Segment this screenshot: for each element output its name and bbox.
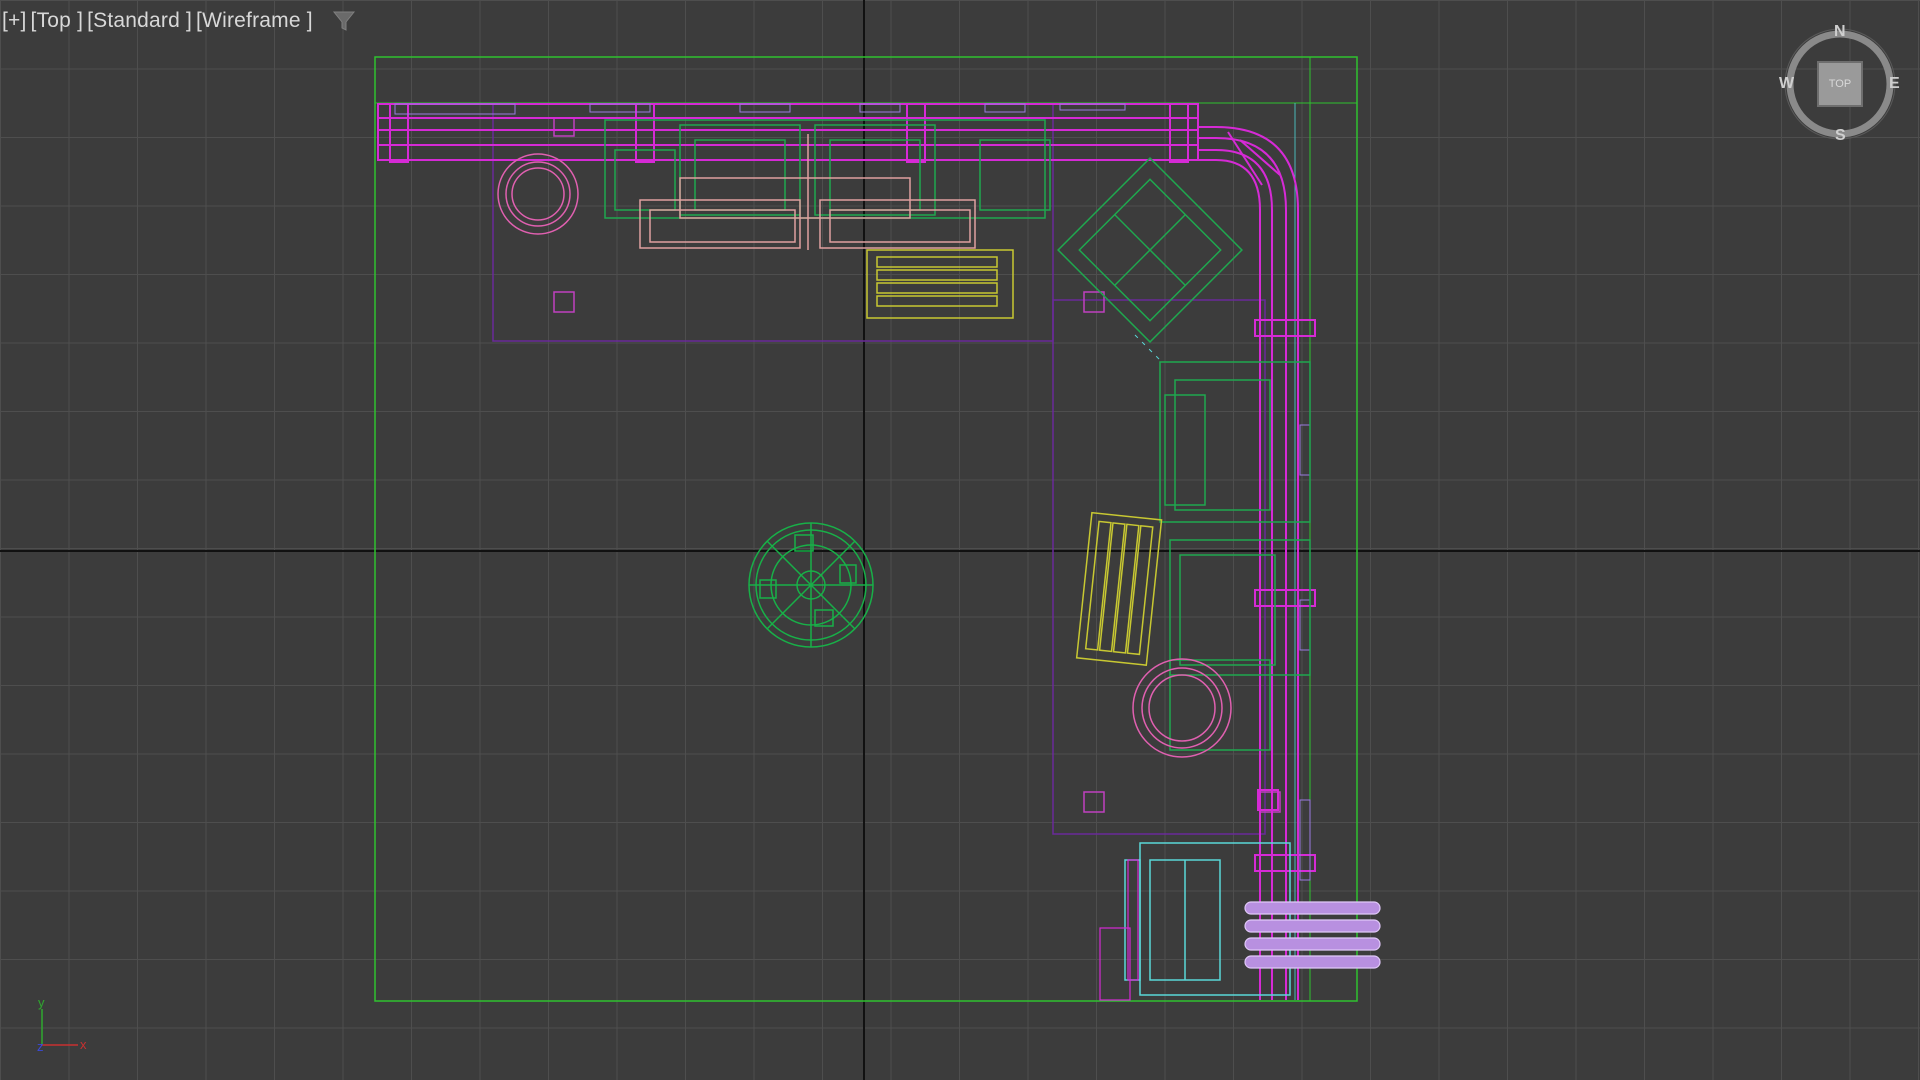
rug-marker [1083, 791, 1105, 813]
keyboard-top[interactable] [866, 249, 1014, 319]
waste-bin-right[interactable] [1132, 658, 1232, 758]
waste-bin-top[interactable] [497, 153, 579, 235]
compass-east[interactable]: E [1889, 75, 1900, 93]
compass-north[interactable]: N [1834, 23, 1846, 41]
bottom-cabinet-edge [1099, 859, 1139, 1001]
axis-y-label: y [38, 995, 45, 1010]
keyboard-right[interactable] [1075, 511, 1163, 666]
axis-x-label: x [80, 1037, 87, 1052]
bottom-cabinet[interactable] [1124, 842, 1291, 996]
seating-right[interactable] [1159, 361, 1311, 751]
viewcube-face-label: TOP [1828, 78, 1852, 90]
compass-west[interactable]: W [1779, 75, 1794, 93]
compass-south[interactable]: S [1835, 127, 1846, 145]
potted-plant[interactable] [748, 522, 874, 648]
viewport-label-menu[interactable]: [+] [Top ] [Standard ] [Wireframe ] [2, 8, 357, 34]
viewcube[interactable]: TOP N S E W [1770, 20, 1910, 150]
rug-marker [553, 117, 575, 137]
axis-tripod: y x z [30, 995, 100, 1055]
seating-top[interactable] [604, 119, 1051, 219]
viewport-shading-mode-menu[interactable]: [Wireframe ] [196, 9, 313, 33]
radiator[interactable] [1244, 901, 1381, 969]
viewport-general-menu[interactable]: [+] [2, 9, 27, 33]
rug-marker [1083, 291, 1105, 313]
rug-marker [553, 291, 575, 313]
wireframe-scene[interactable] [0, 0, 1920, 1080]
viewport-shading-standard-menu[interactable]: [Standard ] [87, 9, 192, 33]
axis-tripod-lines: y x z [37, 995, 87, 1054]
desk-items-strip[interactable] [394, 103, 1311, 881]
desk-top-section[interactable] [377, 103, 1199, 163]
viewcube-top-face[interactable]: TOP [1817, 61, 1863, 107]
corner-armchair[interactable] [1057, 157, 1243, 343]
filter-icon[interactable] [331, 8, 357, 34]
viewport-point-of-view-menu[interactable]: [Top ] [31, 9, 84, 33]
axis-z-label: z [37, 1039, 44, 1054]
top-viewport[interactable]: [+] [Top ] [Standard ] [Wireframe ] TOP … [0, 0, 1920, 1080]
